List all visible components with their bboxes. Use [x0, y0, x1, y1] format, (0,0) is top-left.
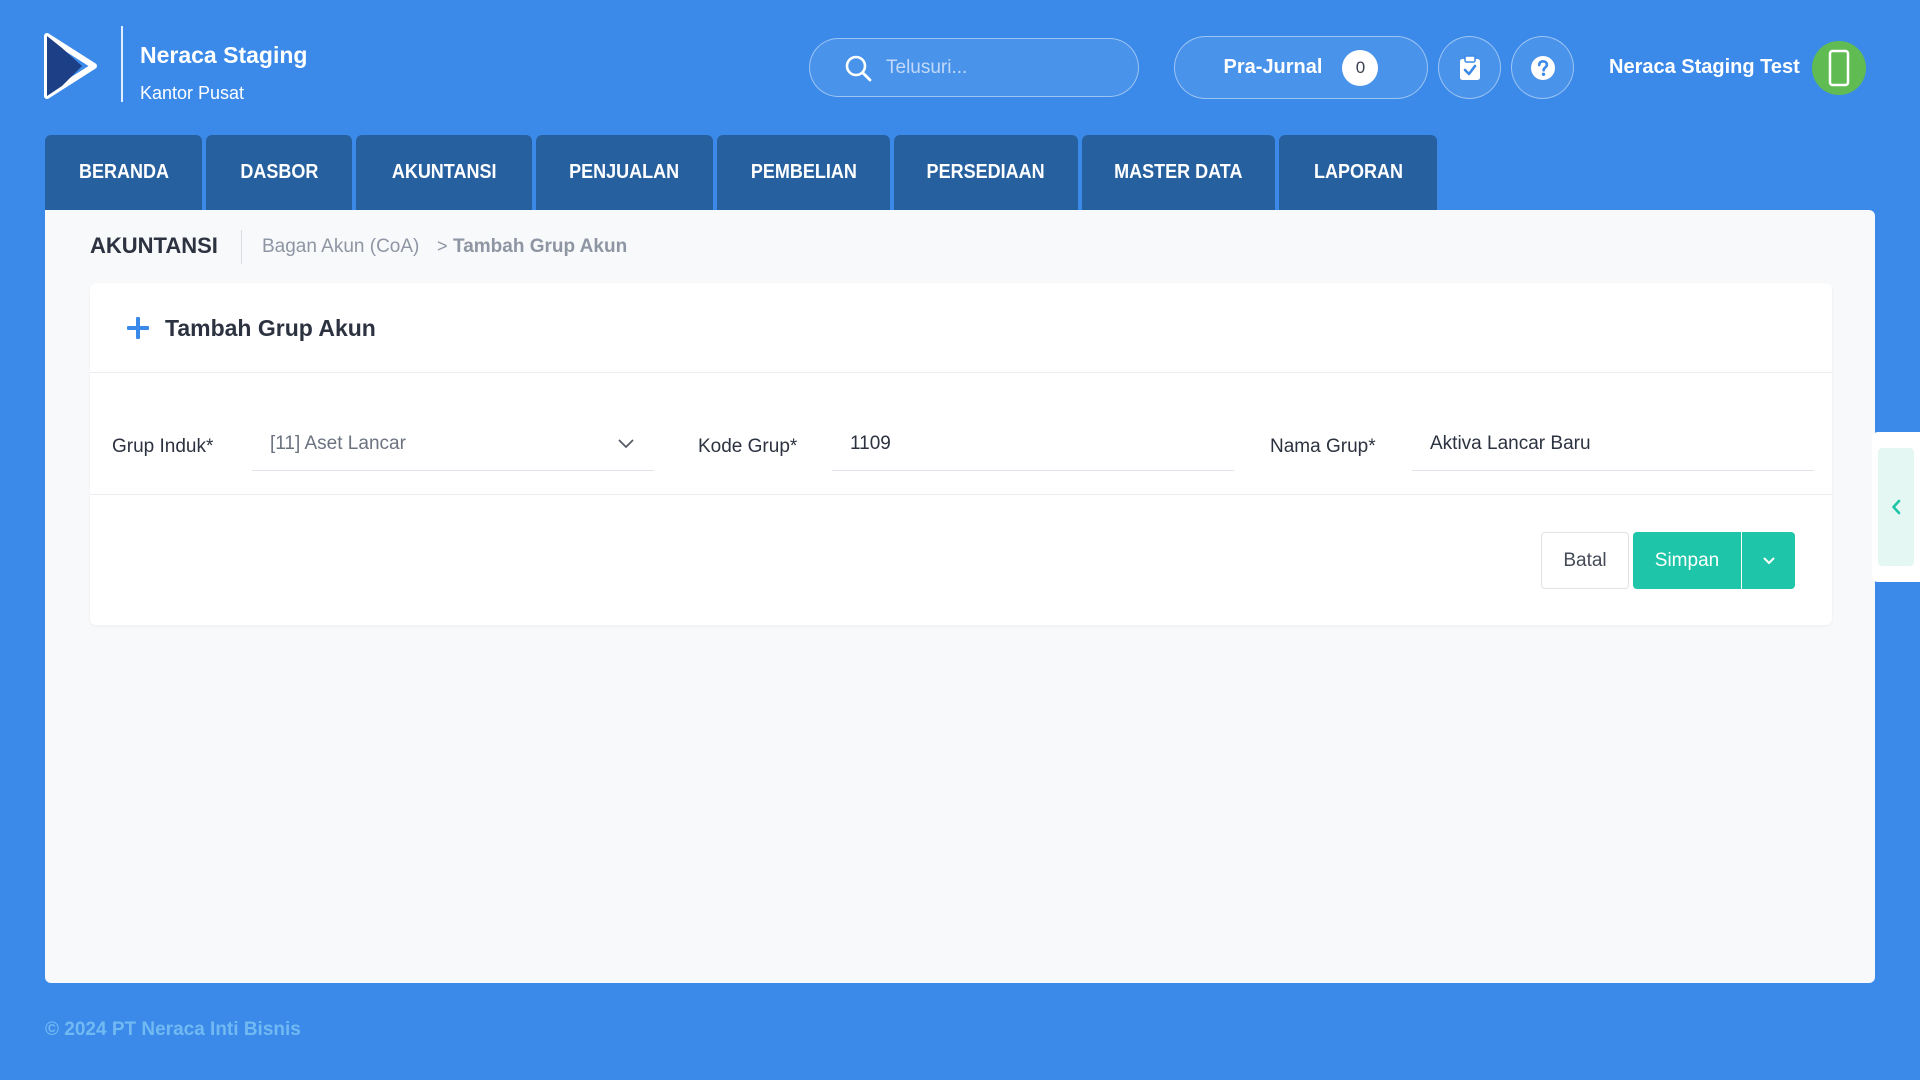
tab-penjualan[interactable]: PENJUALAN [536, 135, 713, 210]
breadcrumb-parent-link[interactable]: Bagan Akun (CoA) [262, 236, 419, 258]
logo-icon[interactable] [44, 30, 100, 102]
breadcrumb-separator: > [437, 236, 448, 256]
form-actions: Batal Simpan [1541, 532, 1795, 589]
nama-grup-input[interactable] [1412, 417, 1814, 471]
cancel-button[interactable]: Batal [1541, 532, 1629, 589]
search-icon [845, 55, 872, 81]
chevron-left-icon [1892, 499, 1901, 515]
card-title: Tambah Grup Akun [165, 315, 376, 341]
tab-laporan[interactable]: LAPORAN [1279, 135, 1437, 210]
kode-grup-label: Kode Grup* [698, 436, 798, 457]
help-button[interactable] [1511, 36, 1574, 99]
mobile-phone-icon [1828, 49, 1850, 87]
chevron-down-icon [1763, 557, 1774, 564]
brand-name: Neraca Staging [140, 42, 308, 68]
brand-office[interactable]: Kantor Pusat [140, 83, 244, 104]
grup-induk-select[interactable]: [11] Aset Lancar [252, 417, 654, 471]
form-card: Tambah Grup Akun Grup Induk* [11] Aset L… [90, 283, 1832, 625]
user-name[interactable]: Neraca Staging Test [1609, 56, 1800, 79]
tab-pembelian[interactable]: PEMBELIAN [717, 135, 890, 210]
footer-copyright: © 2024 PT Neraca Inti Bisnis [45, 1019, 301, 1040]
task-button[interactable] [1438, 36, 1501, 99]
brand-divider [121, 26, 123, 102]
breadcrumb-divider [241, 230, 242, 264]
pra-jurnal-button[interactable]: Pra-Jurnal 0 [1174, 36, 1428, 99]
kode-grup-input[interactable] [832, 417, 1234, 471]
form-row: Grup Induk* [11] Aset Lancar Kode Grup* … [90, 373, 1832, 495]
tab-beranda[interactable]: BERANDA [45, 135, 202, 210]
side-panel-toggle-button[interactable] [1878, 448, 1914, 566]
pra-jurnal-count-badge: 0 [1342, 49, 1379, 86]
tab-dasbor[interactable]: DASBOR [206, 135, 352, 210]
main-nav: BERANDA DASBOR AKUNTANSI PENJUALAN PEMBE… [45, 135, 1437, 210]
tab-master-data[interactable]: MASTER DATA [1082, 135, 1275, 210]
save-button[interactable]: Simpan [1633, 532, 1741, 589]
tab-akuntansi[interactable]: AKUNTANSI [356, 135, 532, 210]
tab-persediaan[interactable]: PERSEDIAAN [894, 135, 1078, 210]
side-panel-toggle [1872, 432, 1920, 582]
breadcrumb-current: Tambah Grup Akun [453, 236, 628, 257]
clipboard-check-icon [1459, 54, 1480, 80]
card-header: Tambah Grup Akun [90, 283, 1832, 373]
chevron-down-icon [618, 439, 634, 448]
save-options-dropdown[interactable] [1742, 532, 1795, 589]
plus-icon [127, 317, 149, 339]
grup-induk-value: [11] Aset Lancar [270, 432, 406, 454]
breadcrumb-section: AKUNTANSI [90, 233, 218, 258]
search-box[interactable] [809, 38, 1139, 97]
pra-jurnal-label: Pra-Jurnal [1223, 56, 1323, 78]
question-circle-icon [1530, 55, 1555, 80]
main-panel: AKUNTANSI Bagan Akun (CoA) > Tambah Grup… [45, 210, 1875, 983]
save-button-group: Simpan [1633, 532, 1795, 589]
grup-induk-label: Grup Induk* [112, 436, 214, 457]
search-input[interactable] [886, 56, 1106, 79]
avatar[interactable] [1812, 41, 1866, 95]
nama-grup-label: Nama Grup* [1270, 436, 1376, 457]
